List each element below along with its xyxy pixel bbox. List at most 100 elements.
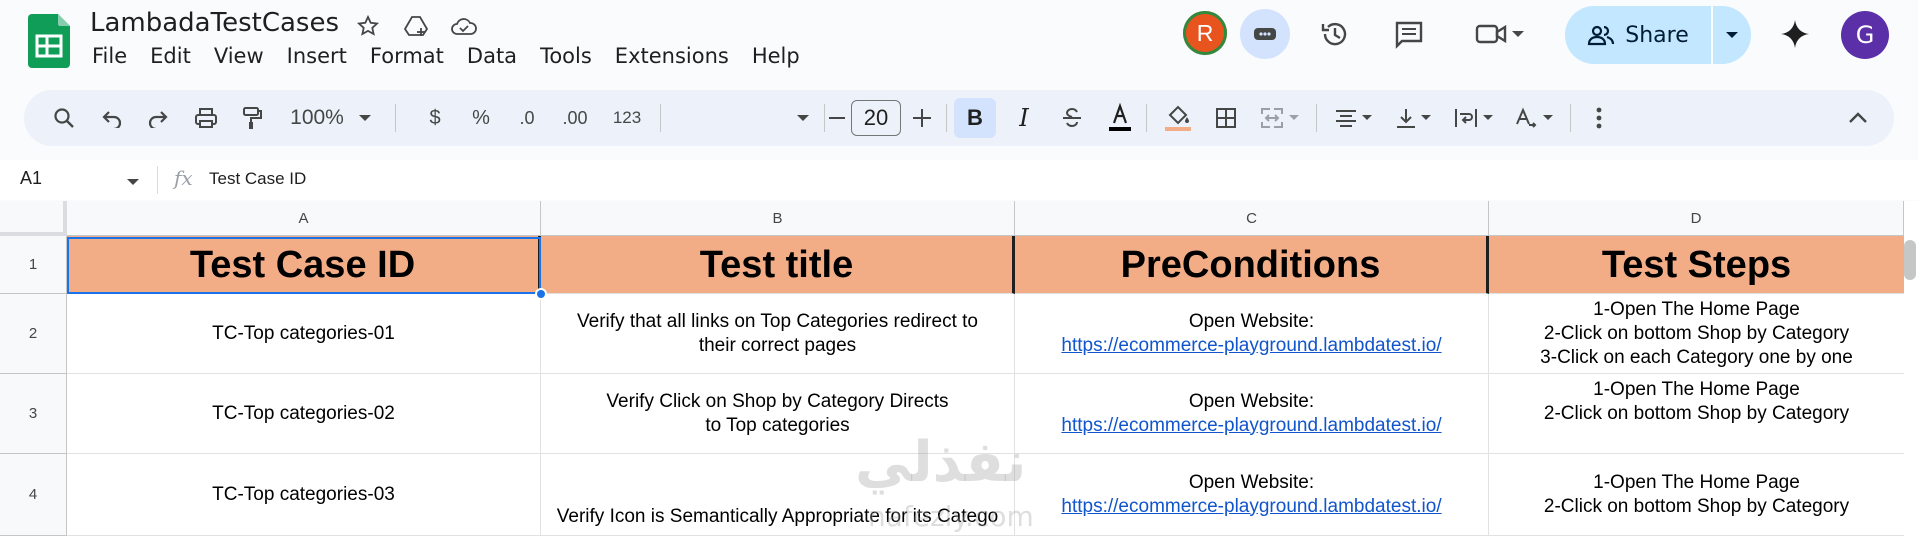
strikethrough-icon[interactable] [1052, 90, 1092, 146]
cell-text-line: to Top categories [705, 414, 850, 436]
menu-data[interactable]: Data [467, 44, 517, 68]
gemini-sparkle-icon[interactable] [1775, 14, 1815, 54]
menu-help[interactable]: Help [752, 44, 800, 68]
menu-insert[interactable]: Insert [287, 44, 347, 68]
cell-c1[interactable]: PreConditions [1015, 236, 1489, 294]
text-color-icon[interactable] [1100, 90, 1140, 146]
share-label: Share [1625, 22, 1689, 48]
cell-text-line: 2-Click on bottom Shop by Category [1543, 322, 1850, 344]
cell-text-line: Open Website: [1188, 471, 1315, 493]
italic-button[interactable]: I [1004, 90, 1044, 146]
toolbar-divider [1316, 104, 1317, 132]
comments-icon[interactable] [1389, 14, 1429, 54]
collapse-menus-icon[interactable] [1838, 90, 1878, 146]
name-box[interactable]: A1 [20, 168, 42, 189]
menu-edit[interactable]: Edit [150, 44, 191, 68]
cell-a2[interactable]: TC-Top categories-01 [67, 294, 541, 374]
row-header-4[interactable]: 4 [0, 454, 67, 536]
vertical-scrollbar[interactable] [1904, 240, 1916, 280]
vertical-align-button[interactable] [1386, 90, 1442, 146]
menu-extensions[interactable]: Extensions [615, 44, 729, 68]
text-rotation-button[interactable] [1506, 90, 1562, 146]
paint-format-icon[interactable] [232, 90, 272, 146]
column-header-b[interactable]: B [541, 201, 1015, 236]
align-bottom-icon [1397, 109, 1415, 128]
increase-font-size-icon[interactable] [904, 90, 940, 146]
account-avatar[interactable]: G [1841, 11, 1889, 59]
decrease-font-size-icon[interactable] [822, 90, 852, 146]
sheets-logo-icon[interactable] [28, 14, 70, 68]
document-title[interactable]: LambadaTestCases [90, 8, 339, 38]
bold-button[interactable]: B [954, 98, 996, 138]
toolbar-divider [660, 104, 661, 132]
version-history-icon[interactable] [1315, 14, 1355, 54]
increase-decimal-button[interactable]: .00 [554, 90, 596, 146]
chevron-down-icon [1421, 115, 1431, 120]
formula-input[interactable]: Test Case ID [209, 169, 306, 189]
meet-chat-button[interactable] [1240, 9, 1290, 59]
column-header-a[interactable]: A [67, 201, 541, 236]
formula-bar-divider [157, 166, 158, 194]
website-link[interactable]: https://ecommerce-playground.lambdatest.… [1061, 495, 1441, 519]
cell-text-line: 2-Click on bottom Shop by Category [1543, 403, 1850, 424]
cell-c2[interactable]: Open Website: https://ecommerce-playgrou… [1015, 294, 1489, 374]
column-header-c[interactable]: C [1015, 201, 1489, 236]
merge-cells-icon [1261, 108, 1283, 128]
percent-format-button[interactable]: % [462, 90, 500, 146]
row-header-3[interactable]: 3 [0, 374, 67, 454]
more-options-icon[interactable] [1584, 90, 1614, 146]
cell-b2[interactable]: Verify that all links on Top Categories … [541, 294, 1015, 374]
chevron-down-icon [1512, 31, 1524, 37]
cell-c3[interactable]: Open Website: https://ecommerce-playgrou… [1015, 374, 1489, 454]
cell-d3[interactable]: 1-Open The Home Page 2-Click on bottom S… [1489, 374, 1904, 454]
cell-b1[interactable]: Test title [541, 236, 1015, 294]
chevron-down-icon [1289, 115, 1299, 120]
chevron-down-icon [1543, 115, 1553, 120]
collaborator-avatar[interactable]: R [1183, 11, 1227, 55]
share-button[interactable]: Share [1565, 6, 1711, 64]
cell-a3[interactable]: TC-Top categories-02 [67, 374, 541, 454]
horizontal-align-button[interactable] [1326, 90, 1382, 146]
merge-cells-button[interactable] [1252, 90, 1308, 146]
row-header-2[interactable]: 2 [0, 294, 67, 374]
cell-d4[interactable]: 1-Open The Home Page 2-Click on bottom S… [1489, 454, 1904, 536]
currency-format-button[interactable]: $ [416, 90, 454, 146]
cloud-saved-icon[interactable] [450, 12, 478, 40]
move-to-drive-icon[interactable] [402, 12, 430, 40]
row-header-1[interactable]: 1 [0, 236, 67, 294]
undo-icon[interactable] [92, 90, 132, 146]
cell-c4[interactable]: Open Website: https://ecommerce-playgrou… [1015, 454, 1489, 536]
star-icon[interactable] [354, 12, 382, 40]
zoom-value: 100% [290, 106, 344, 129]
menu-file[interactable]: File [92, 44, 127, 68]
cell-a4[interactable]: TC-Top categories-03 [67, 454, 541, 536]
borders-icon[interactable] [1206, 90, 1246, 146]
font-size-input[interactable]: 20 [851, 100, 901, 136]
select-all-corner[interactable] [0, 201, 67, 236]
share-dropdown-button[interactable] [1713, 6, 1751, 64]
menu-tools[interactable]: Tools [540, 44, 592, 68]
redo-icon[interactable] [138, 90, 178, 146]
fx-icon: fx [174, 166, 193, 190]
name-box-dropdown-icon[interactable] [126, 177, 140, 187]
meet-button[interactable] [1465, 14, 1535, 54]
chevron-down-icon [1362, 115, 1372, 120]
search-menus-icon[interactable] [44, 90, 84, 146]
column-header-d[interactable]: D [1489, 201, 1904, 236]
fill-handle[interactable] [535, 288, 547, 300]
active-cell-outline [67, 237, 541, 294]
decrease-decimal-button[interactable]: .0 [507, 90, 547, 146]
fill-color-icon[interactable] [1158, 90, 1198, 146]
website-link[interactable]: https://ecommerce-playground.lambdatest.… [1061, 414, 1441, 438]
cell-d1[interactable]: Test Steps [1489, 236, 1904, 294]
text-wrapping-button[interactable] [1446, 90, 1502, 146]
print-icon[interactable] [186, 90, 226, 146]
cell-text-line: 1-Open The Home Page [1593, 471, 1800, 493]
menu-view[interactable]: View [214, 44, 264, 68]
website-link[interactable]: https://ecommerce-playground.lambdatest.… [1061, 334, 1441, 358]
menu-format[interactable]: Format [370, 44, 444, 68]
font-family-select[interactable] [670, 90, 820, 146]
more-formats-button[interactable]: 123 [602, 90, 652, 146]
zoom-select[interactable]: 100% [286, 90, 376, 146]
cell-d2[interactable]: 1-Open The Home Page 2-Click on bottom S… [1489, 294, 1904, 374]
